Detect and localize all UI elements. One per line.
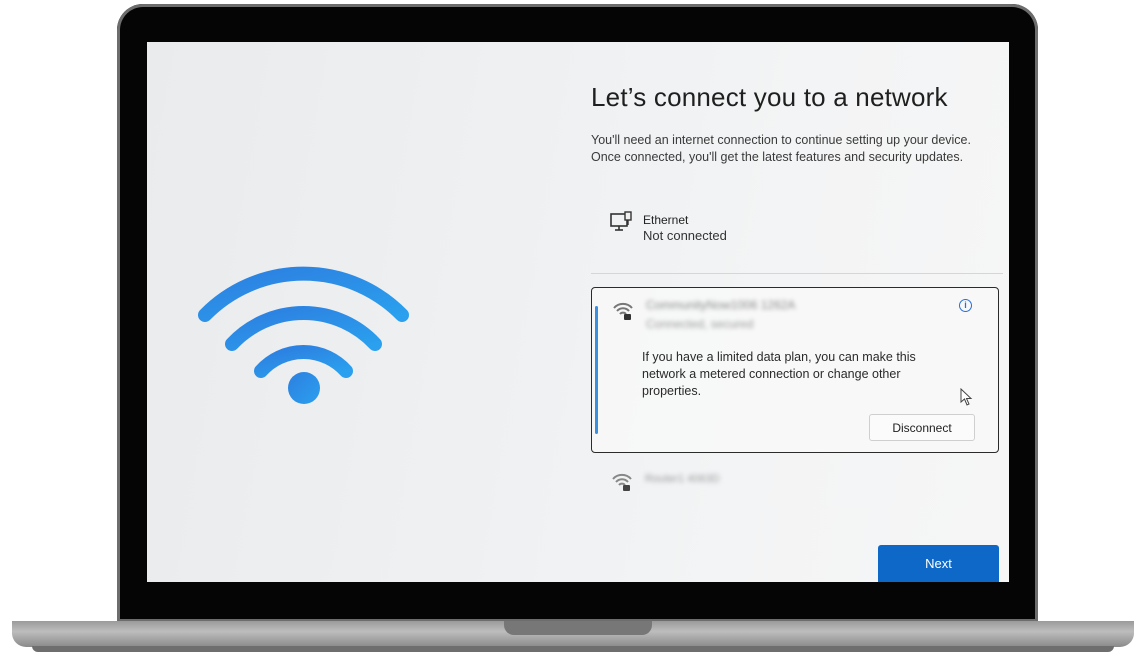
network-status: Connected, secured — [646, 317, 754, 331]
network-name: CommunityNow1006 1262A — [646, 298, 796, 312]
wifi-secured-icon — [613, 302, 633, 320]
wifi-icon — [198, 266, 409, 404]
wifi-secured-icon — [612, 473, 632, 491]
disconnect-button[interactable]: Disconnect — [869, 414, 975, 441]
setup-screen: Let’s connect you to a network You'll ne… — [147, 42, 1009, 582]
selection-accent-bar — [595, 306, 598, 434]
laptop-base-shadow — [32, 646, 1114, 652]
selected-network-card[interactable]: CommunityNow1006 1262A Connected, secure… — [591, 287, 999, 453]
info-icon[interactable]: i — [959, 299, 972, 312]
next-button[interactable]: Next — [878, 545, 999, 582]
ethernet-label: Ethernet — [643, 213, 689, 227]
ethernet-item[interactable]: Ethernet Not connected — [643, 212, 727, 244]
ethernet-status: Not connected — [643, 228, 727, 243]
page-description: You'll need an internet connection to co… — [591, 133, 971, 164]
ethernet-monitor-icon — [610, 211, 632, 231]
page-title: Let’s connect you to a network — [591, 82, 948, 112]
other-network-item[interactable]: Router1 4063D — [645, 473, 720, 485]
divider — [591, 273, 1003, 274]
metered-connection-message: If you have a limited data plan, you can… — [642, 350, 916, 398]
laptop-notch — [504, 621, 652, 635]
mouse-cursor-icon — [960, 388, 973, 406]
